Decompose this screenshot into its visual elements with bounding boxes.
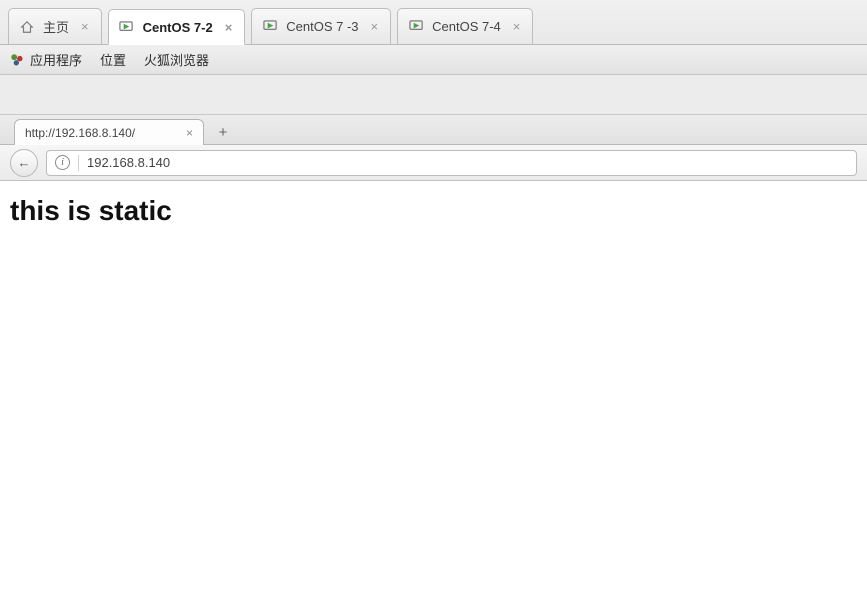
site-info-icon[interactable]: i — [55, 155, 70, 170]
vmware-tabbar: 主页 × CentOS 7-2 × CentOS 7 -3 × — [0, 0, 867, 45]
close-icon[interactable]: × — [81, 20, 89, 33]
page-heading: this is static — [10, 195, 857, 227]
close-icon[interactable]: × — [186, 126, 193, 140]
firefox-tab-title: http://192.168.8.140/ — [25, 126, 135, 140]
vm-monitor-icon — [262, 19, 278, 35]
vmware-tab-label: CentOS 7 -3 — [286, 19, 358, 34]
menu-label: 火狐浏览器 — [144, 50, 209, 69]
window-toolbar-spacer — [0, 75, 867, 115]
vmware-tab-centos7-2[interactable]: CentOS 7-2 × — [108, 9, 246, 45]
vm-monitor-icon — [408, 19, 424, 35]
vmware-tab-label: 主页 — [43, 17, 69, 36]
url-text: 192.168.8.140 — [87, 155, 170, 170]
close-icon[interactable]: × — [371, 20, 379, 33]
webpage-content: this is static — [0, 181, 867, 241]
gnome-places-menu[interactable]: 位置 — [100, 50, 126, 69]
firefox-navbar: ← i 192.168.8.140 — [0, 145, 867, 181]
gnome-applications-menu[interactable]: 应用程序 — [10, 50, 82, 69]
gnome-firefox-menu[interactable]: 火狐浏览器 — [144, 50, 209, 69]
firefox-tab[interactable]: http://192.168.8.140/ × — [14, 119, 204, 145]
arrow-left-icon: ← — [18, 155, 31, 170]
firefox-tabstrip: http://192.168.8.140/ × + — [0, 115, 867, 145]
vmware-tab-centos7-4[interactable]: CentOS 7-4 × — [397, 8, 533, 44]
activities-icon — [10, 53, 24, 67]
gnome-top-bar: 应用程序 位置 火狐浏览器 — [0, 45, 867, 75]
url-bar[interactable]: i 192.168.8.140 — [46, 150, 857, 176]
vmware-tab-label: CentOS 7-4 — [432, 19, 501, 34]
back-button[interactable]: ← — [10, 149, 38, 177]
menu-label: 应用程序 — [30, 50, 82, 69]
vmware-tab-home[interactable]: 主页 × — [8, 8, 102, 44]
home-icon — [19, 19, 35, 35]
menu-label: 位置 — [100, 50, 126, 69]
vmware-tab-label: CentOS 7-2 — [143, 20, 213, 35]
separator — [78, 155, 79, 171]
new-tab-button[interactable]: + — [210, 120, 236, 144]
vm-monitor-icon — [119, 19, 135, 35]
close-icon[interactable]: × — [225, 21, 233, 34]
plus-icon: + — [219, 124, 228, 141]
vmware-tab-centos7-3[interactable]: CentOS 7 -3 × — [251, 8, 391, 44]
close-icon[interactable]: × — [513, 20, 521, 33]
